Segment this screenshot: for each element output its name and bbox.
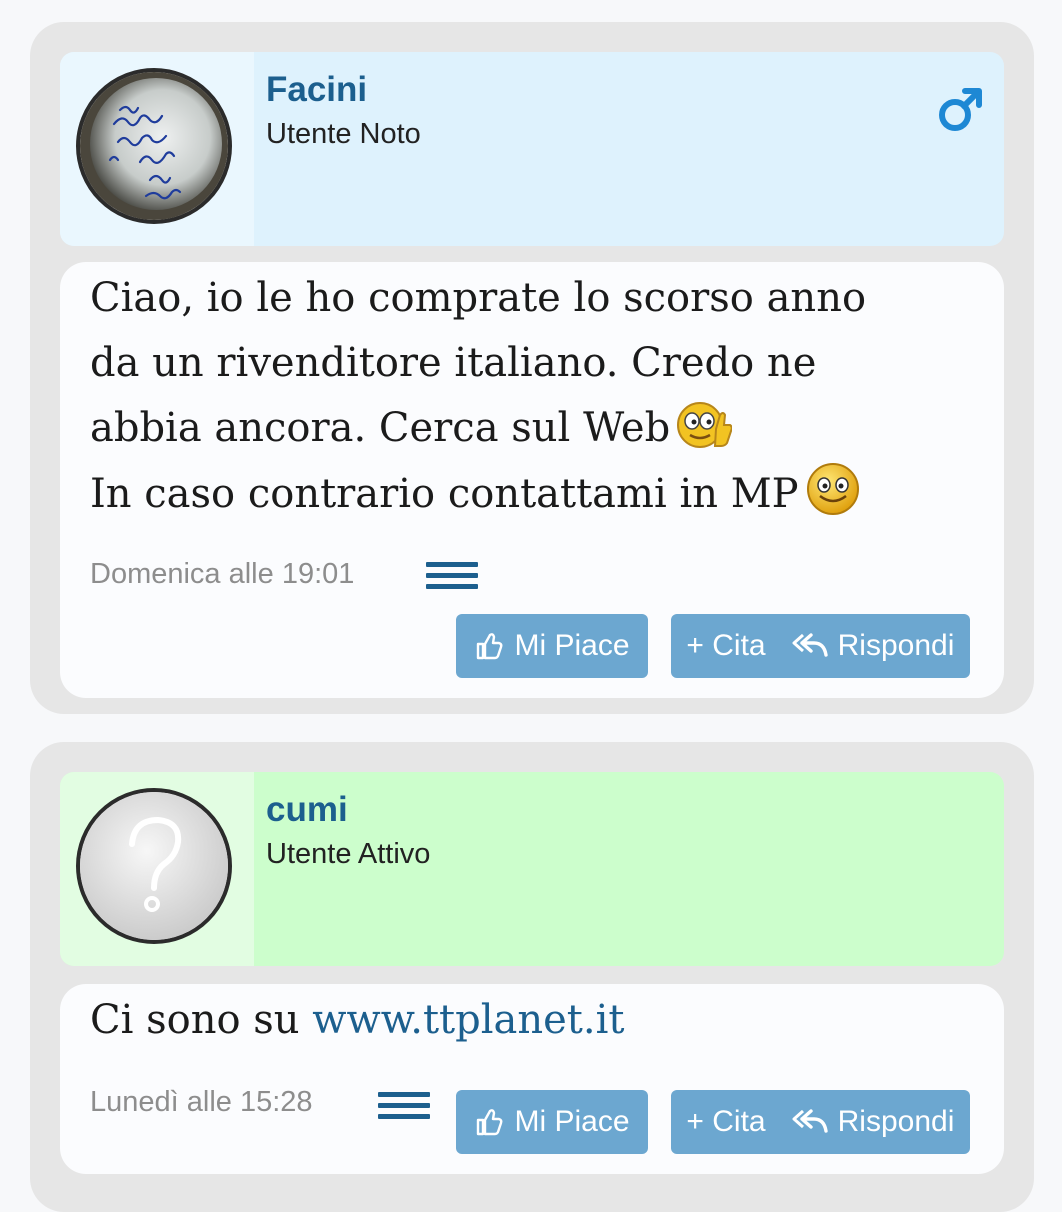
reply-all-icon (792, 1109, 828, 1133)
thumbs-up-icon (477, 1109, 503, 1136)
quote-button[interactable]: + Cita (671, 1090, 781, 1154)
message-line-text: In caso contrario contattami in MP (90, 471, 799, 517)
message-line: abbia ancora. Cerca sul Web (90, 396, 974, 461)
message-line-text: abbia ancora. Cerca sul Web (90, 405, 671, 451)
avatar[interactable] (76, 788, 232, 944)
male-symbol-icon (939, 88, 982, 131)
post-card: cumi Utente Attivo Ci sono su www.ttplan… (30, 742, 1034, 1212)
thumbs-up-smiley-icon (677, 402, 733, 448)
user-title: Utente Attivo (266, 838, 431, 870)
post-timestamp[interactable]: Lunedì alle 15:28 (90, 1086, 313, 1119)
quote-button-label: + Cita (686, 1105, 766, 1138)
website-link[interactable]: www.ttplanet.it (312, 997, 624, 1043)
menu-icon[interactable] (378, 1092, 430, 1124)
post-timestamp[interactable]: Domenica alle 19:01 (90, 558, 354, 591)
message-line: In caso contrario contattami in MP (90, 461, 974, 527)
reply-button[interactable]: Rispondi (776, 614, 970, 678)
message-line: Ciao, io le ho comprate lo scorso anno (90, 275, 867, 321)
reply-button-label: Rispondi (837, 1105, 955, 1138)
reply-all-icon (792, 633, 828, 657)
smiley-icon (806, 463, 859, 515)
avatar[interactable] (76, 68, 232, 224)
like-button[interactable]: Mi Piace (456, 1090, 648, 1154)
quote-button-label: + Cita (686, 629, 766, 662)
post-message: Ciao, io le ho comprate lo scorso anno d… (90, 266, 974, 527)
message-text: Ci sono su (90, 997, 313, 1043)
quote-button[interactable]: + Cita (671, 614, 781, 678)
user-info-bar: cumi Utente Attivo (60, 772, 1004, 966)
message-line: da un rivenditore italiano. Credo ne (90, 340, 817, 386)
post-body: Ciao, io le ho comprate lo scorso anno d… (60, 262, 1004, 698)
post-body: Ci sono su www.ttplanet.it Lunedì alle 1… (60, 984, 1004, 1174)
post-card: Facini Utente Noto Ciao, io le ho compra… (30, 22, 1034, 714)
reply-button-label: Rispondi (837, 629, 955, 662)
username[interactable]: cumi (266, 790, 348, 830)
reply-button[interactable]: Rispondi (776, 1090, 970, 1154)
like-button-label: Mi Piace (514, 629, 630, 662)
like-button[interactable]: Mi Piace (456, 614, 648, 678)
username[interactable]: Facini (266, 70, 367, 110)
avatar-column (60, 772, 254, 966)
user-title: Utente Noto (266, 118, 421, 150)
like-button-label: Mi Piace (514, 1105, 630, 1138)
menu-icon[interactable] (426, 562, 478, 594)
avatar-column (60, 52, 254, 246)
thumbs-up-icon (477, 633, 503, 660)
post-message: Ci sono su www.ttplanet.it (90, 988, 974, 1053)
user-info-bar: Facini Utente Noto (60, 52, 1004, 246)
